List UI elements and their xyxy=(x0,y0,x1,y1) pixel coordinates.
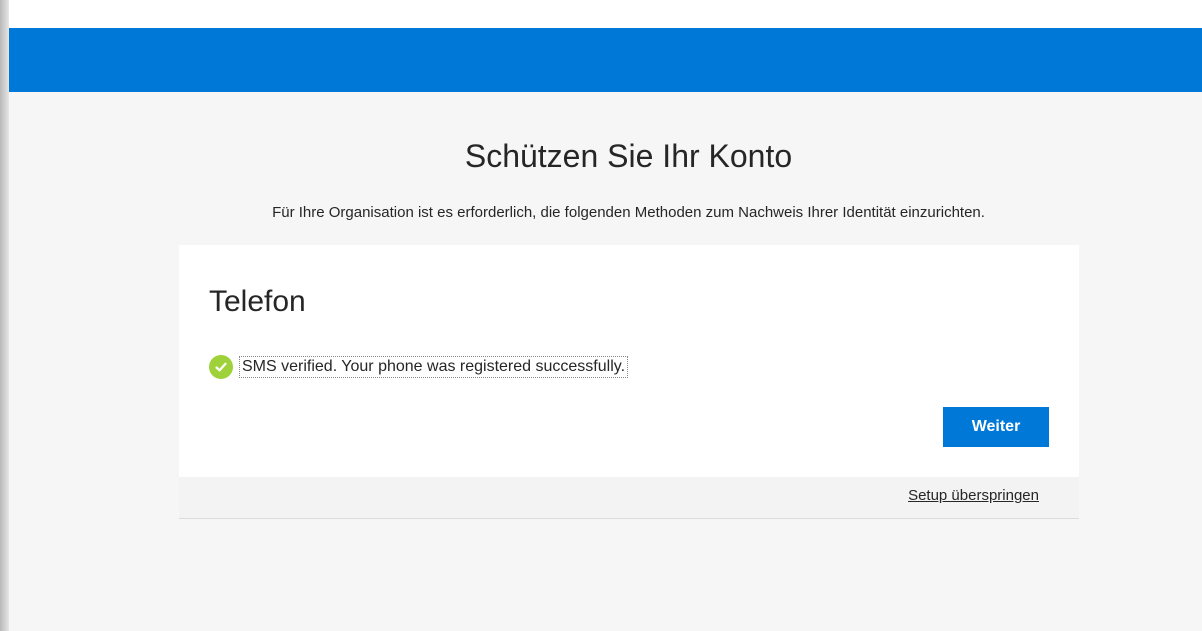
card-body: Telefon SMS verified. Your phone was reg… xyxy=(179,245,1079,477)
check-circle-icon xyxy=(209,355,233,379)
status-message: SMS verified. Your phone was registered … xyxy=(239,356,629,378)
page-title: Schützen Sie Ihr Konto xyxy=(464,138,793,174)
header-bar xyxy=(9,28,1202,92)
top-strip xyxy=(9,0,1202,28)
window-left-edge xyxy=(0,0,9,631)
next-button[interactable]: Weiter xyxy=(943,407,1049,447)
card-footer: Setup überspringen xyxy=(179,477,1079,519)
page-subtitle: Für Ihre Organisation ist es erforderlic… xyxy=(272,204,985,221)
checkmark-icon xyxy=(215,362,227,372)
setup-card: Telefon SMS verified. Your phone was reg… xyxy=(179,245,1079,519)
status-row: SMS verified. Your phone was registered … xyxy=(209,353,629,381)
method-title: Telefon xyxy=(209,285,306,318)
skip-setup-link[interactable]: Setup überspringen xyxy=(908,487,1039,504)
